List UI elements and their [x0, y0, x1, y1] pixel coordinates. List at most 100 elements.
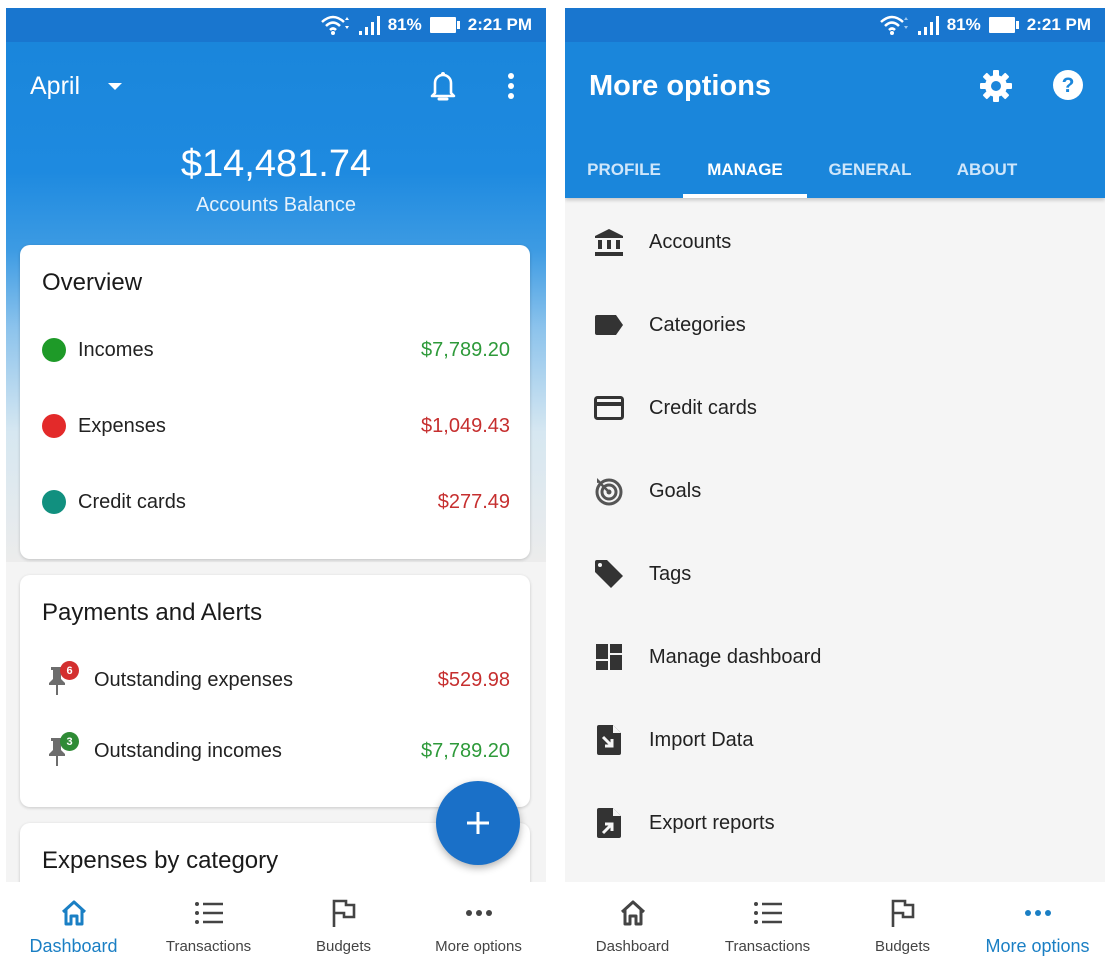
- menu-label: Tags: [649, 562, 692, 585]
- nav-label: Transactions: [724, 938, 811, 955]
- file-export-icon: [589, 807, 629, 839]
- nav-more-options[interactable]: More options: [411, 882, 546, 977]
- bell-icon[interactable]: [429, 70, 457, 107]
- nav-label: Dashboard: [29, 936, 118, 956]
- tab-general[interactable]: GENERAL: [817, 142, 923, 198]
- tab-profile[interactable]: PROFILE: [575, 142, 673, 198]
- flag-icon: [890, 896, 916, 930]
- menu-item-manage-dashboard[interactable]: Manage dashboard: [565, 627, 1105, 687]
- overview-label: Credit cards: [78, 490, 186, 513]
- battery-icon: [429, 17, 460, 33]
- overview-label: Expenses: [78, 414, 166, 437]
- battery-percent: 81%: [387, 15, 422, 34]
- home-icon: [618, 896, 648, 930]
- nav-budgets[interactable]: Budgets: [276, 882, 411, 977]
- nav-label: Transactions: [165, 938, 252, 955]
- credit-card-icon: [589, 396, 629, 420]
- menu-label: Credit cards: [649, 396, 757, 419]
- file-import-icon: [589, 724, 629, 756]
- overview-amount: $1,049.43: [421, 414, 510, 437]
- overview-row-expenses[interactable]: Expenses $1,049.43: [42, 411, 510, 441]
- status-bar: 81% 2:21 PM: [6, 8, 546, 42]
- payment-label: Outstanding expenses: [94, 668, 294, 691]
- menu-item-export-reports[interactable]: Export reports: [565, 793, 1105, 853]
- overview-label: Incomes: [78, 338, 154, 361]
- nav-dashboard[interactable]: Dashboard: [565, 882, 700, 977]
- menu-label: Export reports: [649, 811, 775, 834]
- more-horizontal-icon: [1024, 896, 1052, 930]
- overview-card[interactable]: Overview Incomes $7,789.20 Expenses $1,0…: [20, 245, 530, 559]
- payments-alerts-title: Payments and Alerts: [42, 599, 263, 626]
- list-icon: [194, 896, 224, 930]
- signal-icon: [358, 15, 380, 35]
- bottom-navigation: Dashboard Transactions Budgets More opti…: [565, 882, 1105, 977]
- nav-budgets[interactable]: Budgets: [835, 882, 970, 977]
- menu-item-accounts[interactable]: Accounts: [565, 212, 1105, 272]
- pin-icon: 3: [46, 732, 86, 768]
- menu-item-credit-cards[interactable]: Credit cards: [565, 378, 1105, 438]
- payment-label: Outstanding incomes: [94, 739, 282, 762]
- outstanding-incomes-row[interactable]: 3 Outstanding incomes $7,789.20: [46, 732, 510, 768]
- app-bar: April: [6, 42, 546, 130]
- wifi-icon: [320, 14, 350, 36]
- menu-item-tags[interactable]: Tags: [565, 544, 1105, 604]
- expenses-dot-icon: [42, 414, 66, 438]
- nav-more-options[interactable]: More options: [970, 882, 1105, 977]
- incomes-dot-icon: [42, 338, 66, 362]
- battery-percent: 81%: [946, 15, 981, 34]
- dashboard-grid-icon: [589, 643, 629, 671]
- menu-label: Categories: [649, 313, 746, 336]
- page-title: More options: [589, 70, 772, 102]
- wifi-icon: [879, 14, 909, 36]
- overview-amount: $7,789.20: [421, 338, 510, 361]
- target-icon: [589, 476, 629, 506]
- menu-item-import-data[interactable]: Import Data: [565, 710, 1105, 770]
- overview-amount: $277.49: [437, 490, 510, 513]
- dashboard-screen: 81% 2:21 PM April $14,481.74 Accounts Ba…: [6, 8, 546, 977]
- status-bar: 81% 2:21 PM: [565, 8, 1105, 42]
- outstanding-expenses-row[interactable]: 6 Outstanding expenses $529.98: [46, 661, 510, 697]
- clock: 2:21 PM: [1026, 15, 1091, 34]
- help-icon[interactable]: ?: [1052, 69, 1084, 106]
- account-balance-label: Accounts Balance: [195, 194, 357, 216]
- payment-amount: $529.98: [437, 668, 510, 691]
- tab-bar: PROFILE MANAGE GENERAL ABOUT: [565, 142, 1105, 198]
- tab-manage[interactable]: MANAGE: [683, 142, 807, 198]
- overview-title: Overview: [42, 269, 143, 296]
- overview-row-incomes[interactable]: Incomes $7,789.20: [42, 335, 510, 365]
- nav-transactions[interactable]: Transactions: [141, 882, 276, 977]
- more-horizontal-icon: [465, 896, 493, 930]
- more-vertical-icon[interactable]: [506, 72, 516, 107]
- list-icon: [753, 896, 783, 930]
- svg-text:?: ?: [1062, 74, 1075, 97]
- flag-icon: [331, 896, 357, 930]
- battery-icon: [988, 17, 1019, 33]
- label-icon: [589, 314, 629, 336]
- payments-alerts-card[interactable]: Payments and Alerts 6 Outstanding expens…: [20, 575, 530, 807]
- tag-icon: [589, 558, 629, 590]
- nav-label: Budgets: [315, 938, 372, 955]
- month-selector[interactable]: April: [30, 72, 80, 101]
- menu-item-goals[interactable]: Goals: [565, 461, 1105, 521]
- nav-transactions[interactable]: Transactions: [700, 882, 835, 977]
- tab-about[interactable]: ABOUT: [941, 142, 1033, 198]
- nav-label: More options: [435, 938, 522, 955]
- menu-label: Accounts: [649, 230, 732, 253]
- overview-row-credit-cards[interactable]: Credit cards $277.49: [42, 487, 510, 517]
- menu-label: Goals: [649, 479, 702, 502]
- menu-label: Import Data: [649, 728, 754, 751]
- nav-dashboard[interactable]: Dashboard: [6, 882, 141, 977]
- payment-amount: $7,789.20: [421, 739, 510, 762]
- expenses-by-category-title: Expenses by category: [42, 847, 279, 874]
- nav-label: More options: [985, 936, 1090, 956]
- signal-icon: [917, 15, 939, 35]
- bank-icon: [589, 227, 629, 257]
- nav-label: Budgets: [874, 938, 931, 955]
- count-badge: 6: [60, 661, 79, 680]
- home-icon: [59, 896, 89, 930]
- menu-label: Manage dashboard: [649, 645, 822, 668]
- caret-down-icon[interactable]: [108, 82, 123, 90]
- menu-item-categories[interactable]: Categories: [565, 295, 1105, 355]
- gear-icon[interactable]: [979, 69, 1013, 108]
- add-transaction-button[interactable]: [436, 781, 520, 865]
